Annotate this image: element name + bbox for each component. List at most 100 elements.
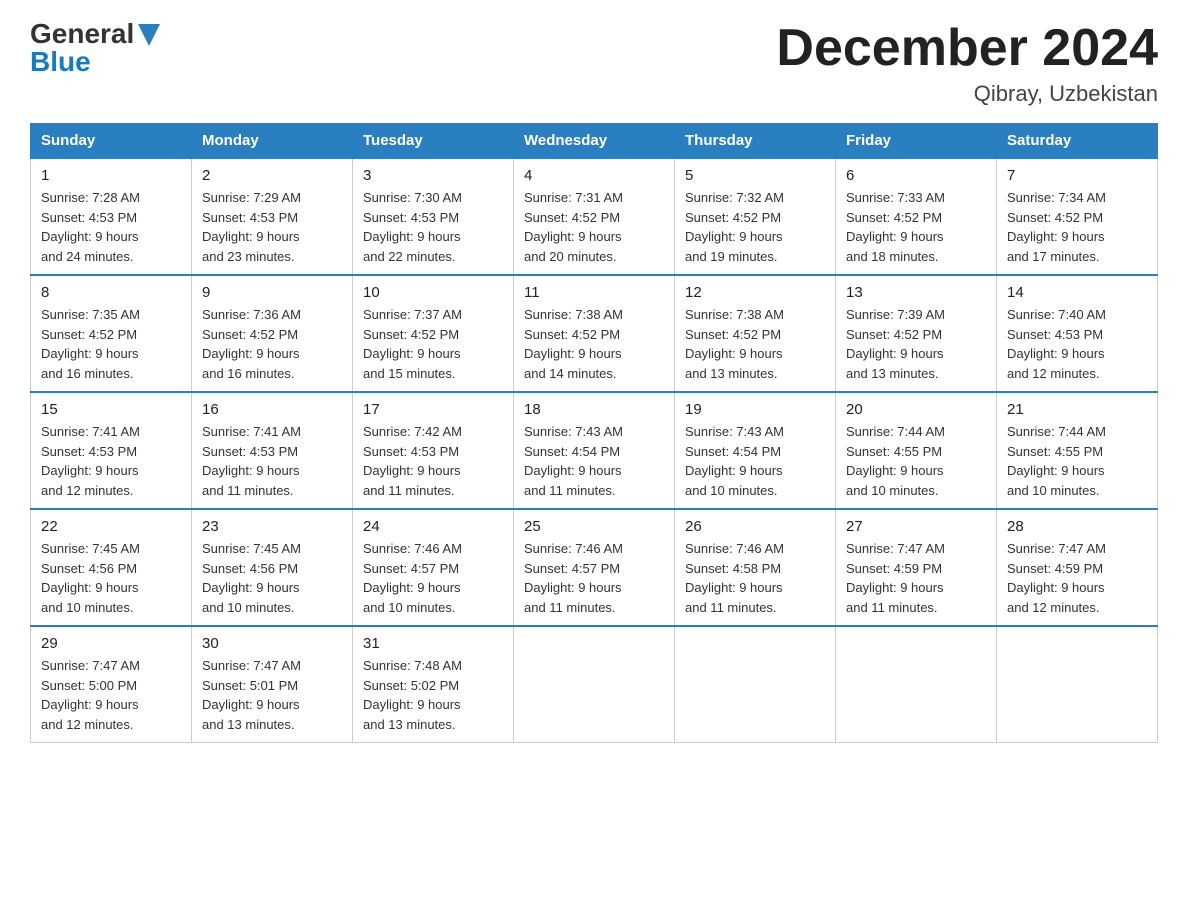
day-info: Sunrise: 7:31 AM Sunset: 4:52 PM Dayligh… bbox=[524, 188, 664, 266]
day-info: Sunrise: 7:34 AM Sunset: 4:52 PM Dayligh… bbox=[1007, 188, 1147, 266]
day-number: 23 bbox=[202, 518, 342, 535]
table-row bbox=[675, 626, 836, 743]
day-info: Sunrise: 7:47 AM Sunset: 5:00 PM Dayligh… bbox=[41, 656, 181, 734]
day-info: Sunrise: 7:42 AM Sunset: 4:53 PM Dayligh… bbox=[363, 422, 503, 500]
day-number: 29 bbox=[41, 635, 181, 652]
table-row: 8 Sunrise: 7:35 AM Sunset: 4:52 PM Dayli… bbox=[31, 275, 192, 392]
day-info: Sunrise: 7:44 AM Sunset: 4:55 PM Dayligh… bbox=[1007, 422, 1147, 500]
day-info: Sunrise: 7:32 AM Sunset: 4:52 PM Dayligh… bbox=[685, 188, 825, 266]
day-info: Sunrise: 7:40 AM Sunset: 4:53 PM Dayligh… bbox=[1007, 305, 1147, 383]
table-row: 6 Sunrise: 7:33 AM Sunset: 4:52 PM Dayli… bbox=[836, 158, 997, 275]
day-number: 4 bbox=[524, 167, 664, 184]
table-row: 16 Sunrise: 7:41 AM Sunset: 4:53 PM Dayl… bbox=[192, 392, 353, 509]
calendar-week-row: 1 Sunrise: 7:28 AM Sunset: 4:53 PM Dayli… bbox=[31, 158, 1158, 275]
day-number: 24 bbox=[363, 518, 503, 535]
day-info: Sunrise: 7:45 AM Sunset: 4:56 PM Dayligh… bbox=[41, 539, 181, 617]
day-number: 15 bbox=[41, 401, 181, 418]
table-row bbox=[836, 626, 997, 743]
day-number: 30 bbox=[202, 635, 342, 652]
table-row: 22 Sunrise: 7:45 AM Sunset: 4:56 PM Dayl… bbox=[31, 509, 192, 626]
day-info: Sunrise: 7:47 AM Sunset: 5:01 PM Dayligh… bbox=[202, 656, 342, 734]
day-info: Sunrise: 7:43 AM Sunset: 4:54 PM Dayligh… bbox=[685, 422, 825, 500]
table-row: 31 Sunrise: 7:48 AM Sunset: 5:02 PM Dayl… bbox=[353, 626, 514, 743]
calendar-week-row: 8 Sunrise: 7:35 AM Sunset: 4:52 PM Dayli… bbox=[31, 275, 1158, 392]
table-row: 10 Sunrise: 7:37 AM Sunset: 4:52 PM Dayl… bbox=[353, 275, 514, 392]
header-wednesday: Wednesday bbox=[514, 124, 675, 159]
table-row: 28 Sunrise: 7:47 AM Sunset: 4:59 PM Dayl… bbox=[997, 509, 1158, 626]
table-row: 13 Sunrise: 7:39 AM Sunset: 4:52 PM Dayl… bbox=[836, 275, 997, 392]
day-number: 3 bbox=[363, 167, 503, 184]
table-row: 12 Sunrise: 7:38 AM Sunset: 4:52 PM Dayl… bbox=[675, 275, 836, 392]
day-info: Sunrise: 7:44 AM Sunset: 4:55 PM Dayligh… bbox=[846, 422, 986, 500]
day-number: 6 bbox=[846, 167, 986, 184]
header-saturday: Saturday bbox=[997, 124, 1158, 159]
day-info: Sunrise: 7:29 AM Sunset: 4:53 PM Dayligh… bbox=[202, 188, 342, 266]
location: Qibray, Uzbekistan bbox=[776, 81, 1158, 107]
calendar-week-row: 15 Sunrise: 7:41 AM Sunset: 4:53 PM Dayl… bbox=[31, 392, 1158, 509]
day-number: 17 bbox=[363, 401, 503, 418]
day-info: Sunrise: 7:38 AM Sunset: 4:52 PM Dayligh… bbox=[685, 305, 825, 383]
table-row: 25 Sunrise: 7:46 AM Sunset: 4:57 PM Dayl… bbox=[514, 509, 675, 626]
page-header: General Blue December 2024 Qibray, Uzbek… bbox=[30, 20, 1158, 107]
table-row: 19 Sunrise: 7:43 AM Sunset: 4:54 PM Dayl… bbox=[675, 392, 836, 509]
day-number: 25 bbox=[524, 518, 664, 535]
day-number: 26 bbox=[685, 518, 825, 535]
logo-blue-text: Blue bbox=[30, 48, 91, 76]
day-number: 20 bbox=[846, 401, 986, 418]
table-row: 21 Sunrise: 7:44 AM Sunset: 4:55 PM Dayl… bbox=[997, 392, 1158, 509]
table-row: 15 Sunrise: 7:41 AM Sunset: 4:53 PM Dayl… bbox=[31, 392, 192, 509]
day-info: Sunrise: 7:46 AM Sunset: 4:57 PM Dayligh… bbox=[363, 539, 503, 617]
day-info: Sunrise: 7:46 AM Sunset: 4:57 PM Dayligh… bbox=[524, 539, 664, 617]
day-number: 18 bbox=[524, 401, 664, 418]
day-number: 11 bbox=[524, 284, 664, 301]
day-number: 2 bbox=[202, 167, 342, 184]
day-number: 31 bbox=[363, 635, 503, 652]
table-row bbox=[514, 626, 675, 743]
calendar-week-row: 22 Sunrise: 7:45 AM Sunset: 4:56 PM Dayl… bbox=[31, 509, 1158, 626]
logo-triangle-icon bbox=[138, 24, 160, 46]
day-number: 5 bbox=[685, 167, 825, 184]
day-info: Sunrise: 7:38 AM Sunset: 4:52 PM Dayligh… bbox=[524, 305, 664, 383]
day-number: 14 bbox=[1007, 284, 1147, 301]
day-info: Sunrise: 7:37 AM Sunset: 4:52 PM Dayligh… bbox=[363, 305, 503, 383]
day-info: Sunrise: 7:47 AM Sunset: 4:59 PM Dayligh… bbox=[1007, 539, 1147, 617]
day-info: Sunrise: 7:35 AM Sunset: 4:52 PM Dayligh… bbox=[41, 305, 181, 383]
day-info: Sunrise: 7:28 AM Sunset: 4:53 PM Dayligh… bbox=[41, 188, 181, 266]
table-row: 11 Sunrise: 7:38 AM Sunset: 4:52 PM Dayl… bbox=[514, 275, 675, 392]
table-row: 23 Sunrise: 7:45 AM Sunset: 4:56 PM Dayl… bbox=[192, 509, 353, 626]
day-number: 22 bbox=[41, 518, 181, 535]
day-number: 8 bbox=[41, 284, 181, 301]
day-info: Sunrise: 7:41 AM Sunset: 4:53 PM Dayligh… bbox=[202, 422, 342, 500]
logo-general-text: General bbox=[30, 20, 134, 48]
day-info: Sunrise: 7:48 AM Sunset: 5:02 PM Dayligh… bbox=[363, 656, 503, 734]
table-row: 26 Sunrise: 7:46 AM Sunset: 4:58 PM Dayl… bbox=[675, 509, 836, 626]
header-monday: Monday bbox=[192, 124, 353, 159]
day-number: 10 bbox=[363, 284, 503, 301]
day-number: 7 bbox=[1007, 167, 1147, 184]
table-row: 20 Sunrise: 7:44 AM Sunset: 4:55 PM Dayl… bbox=[836, 392, 997, 509]
table-row: 27 Sunrise: 7:47 AM Sunset: 4:59 PM Dayl… bbox=[836, 509, 997, 626]
table-row: 7 Sunrise: 7:34 AM Sunset: 4:52 PM Dayli… bbox=[997, 158, 1158, 275]
table-row: 14 Sunrise: 7:40 AM Sunset: 4:53 PM Dayl… bbox=[997, 275, 1158, 392]
table-row: 30 Sunrise: 7:47 AM Sunset: 5:01 PM Dayl… bbox=[192, 626, 353, 743]
day-number: 19 bbox=[685, 401, 825, 418]
table-row: 18 Sunrise: 7:43 AM Sunset: 4:54 PM Dayl… bbox=[514, 392, 675, 509]
header-sunday: Sunday bbox=[31, 124, 192, 159]
day-number: 13 bbox=[846, 284, 986, 301]
table-row: 4 Sunrise: 7:31 AM Sunset: 4:52 PM Dayli… bbox=[514, 158, 675, 275]
day-info: Sunrise: 7:45 AM Sunset: 4:56 PM Dayligh… bbox=[202, 539, 342, 617]
logo: General Blue bbox=[30, 20, 160, 76]
header-friday: Friday bbox=[836, 124, 997, 159]
table-row: 2 Sunrise: 7:29 AM Sunset: 4:53 PM Dayli… bbox=[192, 158, 353, 275]
header-thursday: Thursday bbox=[675, 124, 836, 159]
day-number: 27 bbox=[846, 518, 986, 535]
table-row: 29 Sunrise: 7:47 AM Sunset: 5:00 PM Dayl… bbox=[31, 626, 192, 743]
day-info: Sunrise: 7:41 AM Sunset: 4:53 PM Dayligh… bbox=[41, 422, 181, 500]
day-number: 9 bbox=[202, 284, 342, 301]
day-number: 21 bbox=[1007, 401, 1147, 418]
day-info: Sunrise: 7:39 AM Sunset: 4:52 PM Dayligh… bbox=[846, 305, 986, 383]
day-info: Sunrise: 7:33 AM Sunset: 4:52 PM Dayligh… bbox=[846, 188, 986, 266]
day-info: Sunrise: 7:36 AM Sunset: 4:52 PM Dayligh… bbox=[202, 305, 342, 383]
calendar-header-row: Sunday Monday Tuesday Wednesday Thursday… bbox=[31, 124, 1158, 159]
calendar-week-row: 29 Sunrise: 7:47 AM Sunset: 5:00 PM Dayl… bbox=[31, 626, 1158, 743]
